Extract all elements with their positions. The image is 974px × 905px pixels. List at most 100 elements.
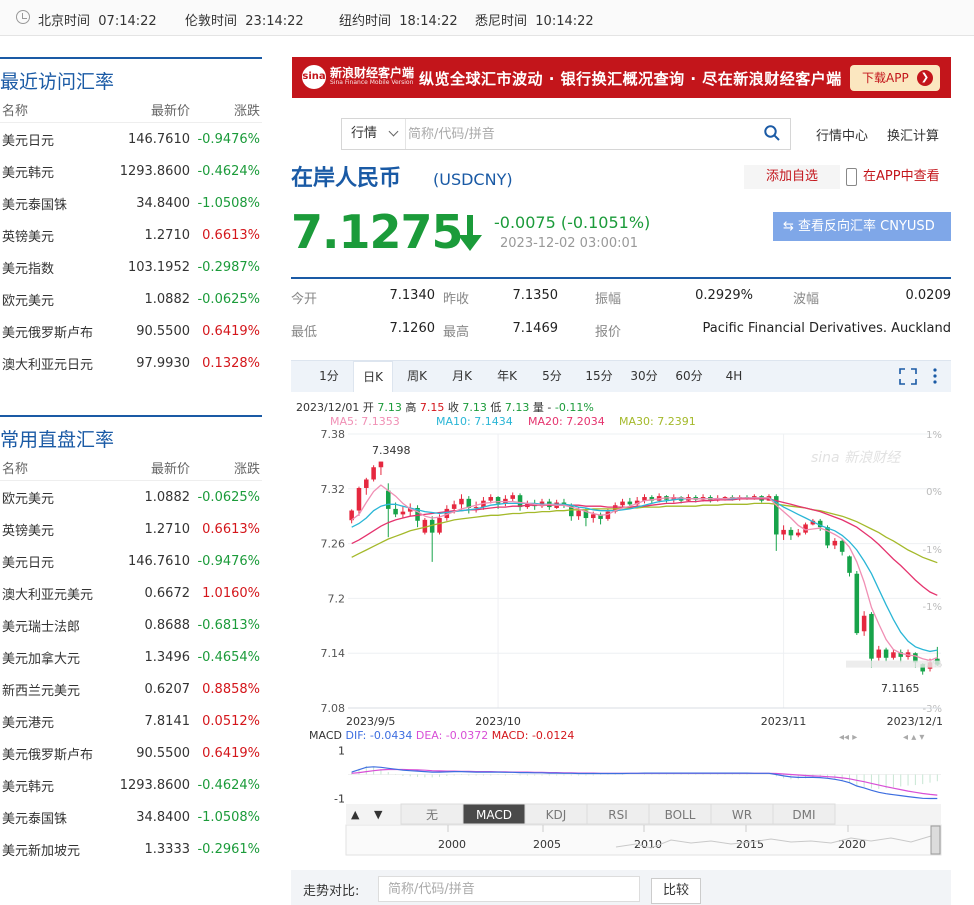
quote-stats: 今开 7.1340 昨收 7.1350 振幅 0.2929% 波幅 0.0209… bbox=[291, 277, 951, 340]
clock-sydney: 悉尼时间 10:14:22 bbox=[475, 14, 594, 29]
rate-row[interactable]: 美元瑞士法郎 0.8688 -0.6813% bbox=[0, 609, 262, 641]
tab-period[interactable]: 5分 bbox=[534, 361, 570, 392]
rate-price: 146.7610 bbox=[127, 553, 190, 569]
indicator-tab-label[interactable]: RSI bbox=[608, 808, 628, 822]
rate-row[interactable]: 美元韩元 1293.8600 -0.4624% bbox=[0, 769, 262, 801]
rate-row[interactable]: 英镑美元 1.2710 0.6613% bbox=[0, 219, 262, 251]
tab-period[interactable]: 年K bbox=[489, 361, 525, 392]
rate-row[interactable]: 澳大利亚元美元 0.6672 1.0160% bbox=[0, 577, 262, 609]
rate-name[interactable]: 美元俄罗斯卢布 bbox=[0, 322, 108, 341]
rate-row[interactable]: 新西兰元美元 0.6207 0.8858% bbox=[0, 673, 262, 705]
tab-period[interactable]: 日K bbox=[353, 361, 393, 392]
rate-name[interactable]: 欧元美元 bbox=[0, 290, 108, 309]
common-rates-title: 常用直盘汇率 bbox=[0, 415, 262, 455]
rate-row[interactable]: 美元俄罗斯卢布 90.5500 0.6419% bbox=[0, 315, 262, 347]
quote-search-box: 行情 bbox=[341, 118, 791, 150]
tab-period[interactable]: 60分 bbox=[669, 361, 709, 392]
rate-row[interactable]: 美元指数 103.1952 -0.2987% bbox=[0, 251, 262, 283]
more-options-icon[interactable] bbox=[932, 367, 938, 385]
col-name: 名称 bbox=[2, 104, 29, 119]
rate-name[interactable]: 美元日元 bbox=[0, 130, 108, 149]
rate-row[interactable]: 美元加拿大元 1.3496 -0.4654% bbox=[0, 641, 262, 673]
market-center-link[interactable]: 行情中心 bbox=[816, 125, 868, 144]
rate-row[interactable]: 美元新加坡元 1.3333 -0.2961% bbox=[0, 833, 262, 865]
rate-row[interactable]: 美元韩元 1293.8600 -0.4624% bbox=[0, 155, 262, 187]
tab-period[interactable]: 30分 bbox=[624, 361, 664, 392]
indicator-tab-label[interactable]: DMI bbox=[792, 808, 815, 822]
indicator-tab-label[interactable]: 无 bbox=[426, 808, 438, 822]
rate-row[interactable]: 美元日元 146.7610 -0.9476% bbox=[0, 545, 262, 577]
tab-period[interactable]: 月K bbox=[444, 361, 480, 392]
search-input[interactable] bbox=[408, 121, 748, 147]
rate-name[interactable]: 美元日元 bbox=[0, 552, 108, 571]
rate-name[interactable]: 美元指数 bbox=[0, 258, 108, 277]
tab-period[interactable]: 周K bbox=[399, 361, 435, 392]
indicator-tab-label[interactable]: MACD bbox=[476, 808, 512, 822]
rate-name[interactable]: 美元韩元 bbox=[0, 162, 108, 181]
view-in-app-link[interactable]: 在APP中查看 bbox=[846, 165, 940, 189]
rate-change: -0.9476% bbox=[197, 131, 260, 147]
rate-name[interactable]: 新西兰元美元 bbox=[0, 680, 108, 699]
col-price: 最新价 bbox=[150, 462, 190, 477]
fx-calculator-link[interactable]: 换汇计算 bbox=[887, 125, 939, 144]
rate-name[interactable]: 欧元美元 bbox=[0, 488, 108, 507]
candle bbox=[356, 487, 362, 511]
indicator-tab-label[interactable]: BOLL bbox=[665, 808, 696, 822]
rate-name[interactable]: 美元泰国铢 bbox=[0, 194, 108, 213]
arrow-down-icon bbox=[458, 215, 482, 251]
rate-name[interactable]: 美元港元 bbox=[0, 712, 108, 731]
rate-name[interactable]: 英镑美元 bbox=[0, 226, 108, 245]
col-change: 涨跌 bbox=[233, 104, 260, 119]
rate-name[interactable]: 美元瑞士法郎 bbox=[0, 616, 108, 635]
range-handle[interactable] bbox=[930, 825, 941, 855]
download-app-button[interactable]: 下载APP ❯ bbox=[850, 65, 940, 91]
rate-name[interactable]: 美元加拿大元 bbox=[0, 648, 108, 667]
search-type-select[interactable]: 行情 bbox=[342, 119, 406, 149]
rate-row[interactable]: 美元泰国铢 34.8400 -1.0508% bbox=[0, 801, 262, 833]
phone-icon bbox=[846, 167, 857, 186]
rate-name[interactable]: 澳大利亚元日元 bbox=[0, 354, 108, 373]
rate-name[interactable]: 美元新加坡元 bbox=[0, 840, 108, 859]
rate-name[interactable]: 美元韩元 bbox=[0, 776, 108, 795]
rate-row[interactable]: 欧元美元 1.0882 -0.0625% bbox=[0, 481, 262, 513]
logo-subtext: Sina Finance Mobile Version bbox=[330, 79, 414, 86]
rate-row[interactable]: 欧元美元 1.0882 -0.0625% bbox=[0, 283, 262, 315]
col-price: 最新价 bbox=[150, 104, 190, 119]
rate-name[interactable]: 英镑美元 bbox=[0, 520, 108, 539]
indicator-tab-label[interactable]: WR bbox=[732, 808, 752, 822]
pct-tick-label: -3% bbox=[923, 704, 942, 715]
candle bbox=[722, 497, 728, 499]
rate-change: -0.2961% bbox=[197, 841, 260, 857]
rate-name[interactable]: 美元俄罗斯卢布 bbox=[0, 744, 108, 763]
x-tick-label: 2023/10 bbox=[475, 715, 521, 728]
rate-price: 103.1952 bbox=[127, 259, 190, 275]
app-promo-banner[interactable]: sina 新浪财经客户端 Sina Finance Mobile Version… bbox=[292, 57, 951, 98]
compare-button[interactable]: 比较 bbox=[651, 878, 701, 904]
rate-price: 90.5500 bbox=[136, 745, 190, 761]
rate-row[interactable]: 美元泰国铢 34.8400 -1.0508% bbox=[0, 187, 262, 219]
rate-row[interactable]: 美元俄罗斯卢布 90.5500 0.6419% bbox=[0, 737, 262, 769]
ma-label: MA20: 7.2034 bbox=[528, 415, 605, 428]
ma-name: MA20: bbox=[528, 415, 566, 428]
indicator-tab-label[interactable]: KDJ bbox=[546, 808, 567, 822]
candle bbox=[891, 652, 896, 658]
fullscreen-icon[interactable] bbox=[899, 368, 917, 385]
rate-name[interactable]: 澳大利亚元美元 bbox=[0, 584, 108, 603]
pct-tick-label: 0% bbox=[926, 487, 942, 498]
tab-period[interactable]: 1分 bbox=[313, 361, 345, 392]
rate-row[interactable]: 美元港元 7.8141 0.0512% bbox=[0, 705, 262, 737]
rate-row[interactable]: 美元日元 146.7610 -0.9476% bbox=[0, 123, 262, 155]
rate-name[interactable]: 美元泰国铢 bbox=[0, 808, 108, 827]
kline-chart[interactable]: 2023/12/01 开 7.13 高 7.15 收 7.13 低 7.13 量… bbox=[291, 392, 951, 862]
candle bbox=[620, 501, 625, 506]
search-icon[interactable] bbox=[764, 125, 780, 141]
rate-row[interactable]: 英镑美元 1.2710 0.6613% bbox=[0, 513, 262, 545]
candle bbox=[451, 504, 457, 509]
stat-value: 0.2929% bbox=[695, 288, 753, 303]
tab-period[interactable]: 15分 bbox=[579, 361, 619, 392]
add-watchlist-button[interactable]: 添加自选 bbox=[744, 165, 840, 189]
compare-input[interactable] bbox=[378, 876, 640, 902]
reverse-rate-button[interactable]: ⇆ 查看反向汇率 CNYUSD bbox=[773, 212, 951, 241]
tab-period[interactable]: 4H bbox=[714, 361, 754, 392]
rate-row[interactable]: 澳大利亚元日元 97.9930 0.1328% bbox=[0, 347, 262, 379]
